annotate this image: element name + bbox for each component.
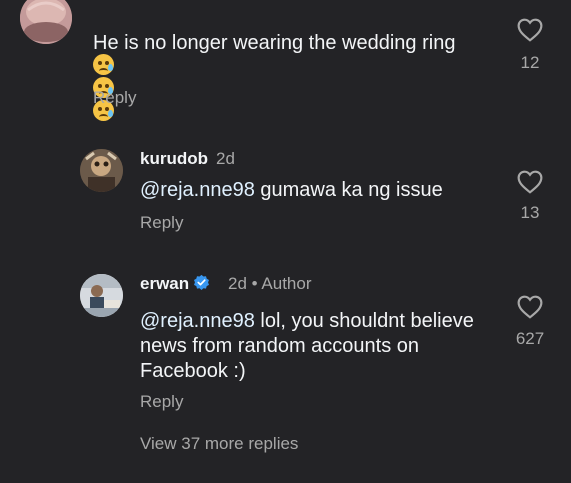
separator-dot: •: [251, 274, 258, 293]
avatar-image: [20, 0, 72, 44]
timestamp: 2d: [216, 149, 235, 168]
timestamp-row: 2d • Author: [228, 274, 312, 294]
mention-link[interactable]: @reja.nne98: [140, 310, 255, 332]
username[interactable]: kurudob: [140, 149, 208, 169]
like-count: 627: [515, 329, 545, 348]
avatar-image: [80, 149, 123, 192]
username-link[interactable]: erwan: [140, 274, 189, 293]
reply-button[interactable]: Reply: [93, 88, 136, 108]
avatar[interactable]: [80, 149, 123, 192]
comment-body-line3: Facebook :): [140, 360, 246, 382]
timestamp: 2d: [228, 274, 247, 293]
comment-text: He is no longer wearing the wedding ring: [93, 31, 455, 56]
username: erwan: [140, 274, 210, 294]
avatar[interactable]: [20, 0, 72, 44]
crying-face-emoji: [93, 54, 114, 75]
mention-link[interactable]: @reja.nne98: [140, 179, 255, 201]
verified-badge-icon: [194, 274, 210, 290]
view-more-replies-button[interactable]: View 37 more replies: [140, 434, 298, 454]
like-count: 12: [520, 53, 540, 72]
avatar[interactable]: [80, 274, 123, 317]
heart-icon[interactable]: [517, 170, 543, 194]
comment-body-line1: lol, you shouldnt believe: [254, 310, 474, 332]
heart-icon[interactable]: [517, 18, 543, 42]
heart-icon[interactable]: [517, 295, 543, 319]
comment-text: @reja.nne98 gumawa ka ng issue: [140, 178, 443, 203]
avatar-image: [80, 274, 123, 317]
like-count: 13: [520, 203, 540, 222]
author-badge: Author: [261, 274, 312, 293]
comment-body-line2: news from random accounts on: [140, 335, 420, 357]
reply-button[interactable]: Reply: [140, 213, 183, 233]
comment-body: He is no longer wearing the wedding ring: [93, 32, 456, 54]
comment-body: gumawa ka ng issue: [254, 179, 443, 201]
reply-button[interactable]: Reply: [140, 392, 183, 412]
comment-text: @reja.nne98 lol, you shouldnt believe ne…: [140, 309, 474, 384]
